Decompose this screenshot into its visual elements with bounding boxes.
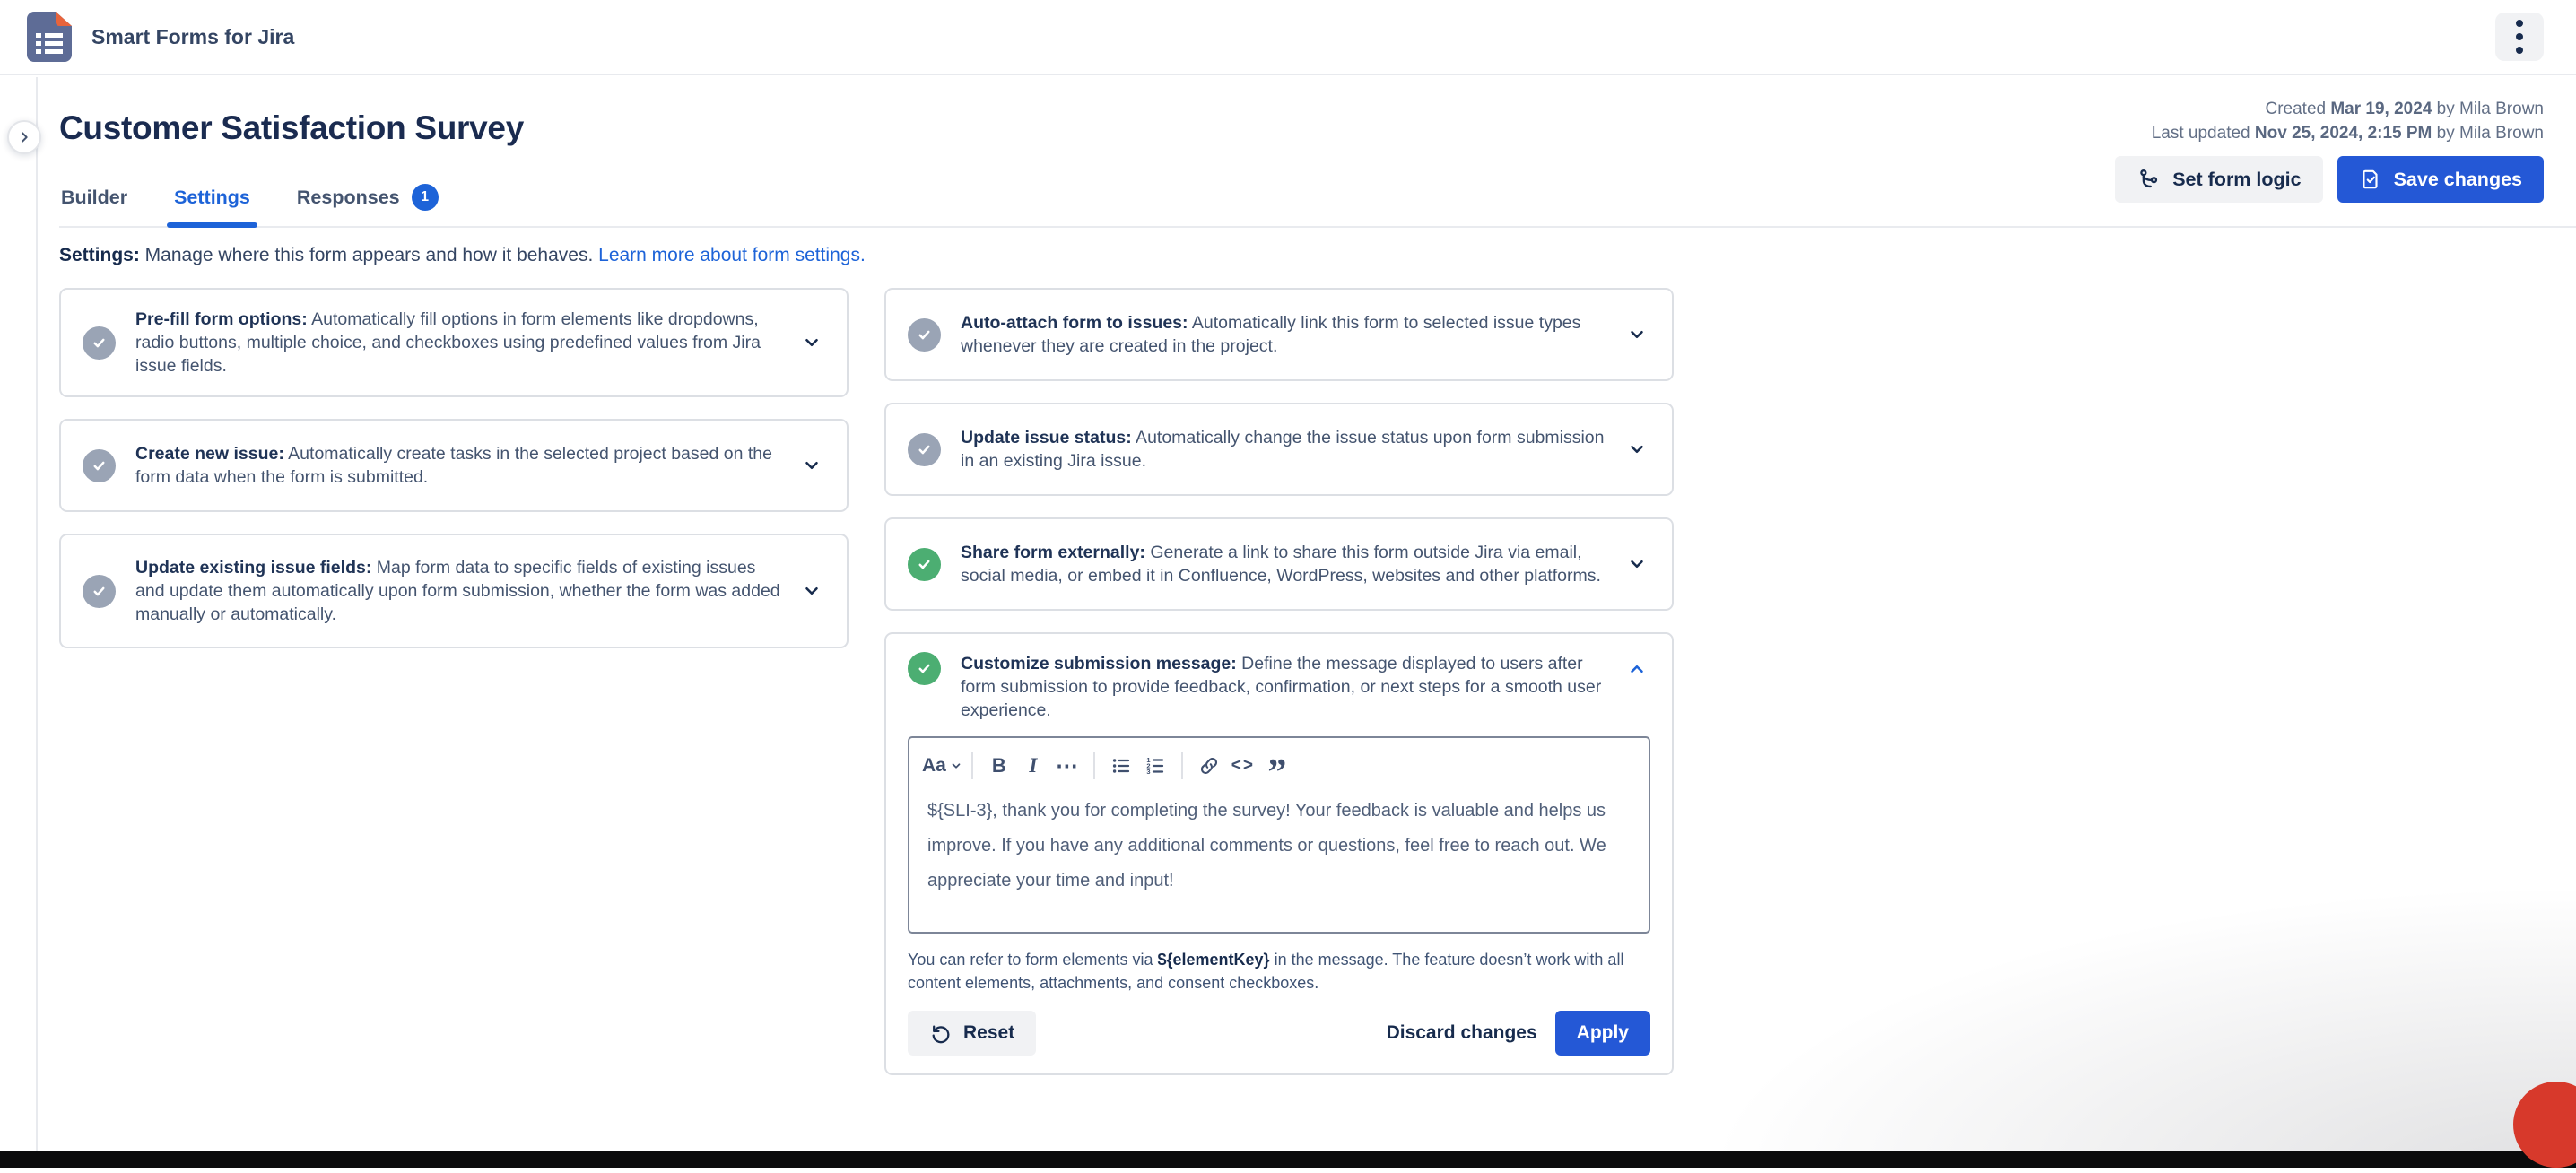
form-meta: Created Mar 19, 2024 by Mila Brown Last … [2152, 97, 2544, 145]
card-text: Create new issue: Automatically create t… [135, 444, 772, 487]
settings-cards-grid: Pre-fill form options: Automatically fil… [59, 288, 2544, 1075]
bold-button[interactable]: B [982, 749, 1016, 783]
reset-icon [932, 1025, 950, 1043]
toolbar-separator [1180, 752, 1183, 779]
main-content: Customer Satisfaction Survey Created Mar… [38, 75, 2576, 1075]
check-circle-icon [908, 317, 941, 352]
chevron-down-icon[interactable] [1623, 436, 1650, 463]
card-update-issue-status[interactable]: Update issue status: Automatically chang… [884, 403, 1674, 496]
card-pre-fill-options[interactable]: Pre-fill form options: Automatically fil… [59, 288, 849, 397]
set-form-logic-button[interactable]: Set form logic [2115, 156, 2323, 203]
element-key-hint: You can refer to form elements via ${ele… [908, 951, 1624, 992]
message-editor: Aa B I ⋯ 123 <> ” ${SLI-3}, thank you fo… [908, 736, 1650, 934]
header-actions: Set form logic Save changes [2115, 156, 2544, 203]
card-header[interactable]: Customize submission message: Define the… [908, 652, 1650, 722]
chevron-down-icon[interactable] [798, 329, 825, 356]
check-circle-icon [83, 574, 116, 608]
card-auto-attach[interactable]: Auto-attach form to issues: Automaticall… [884, 288, 1674, 381]
tab-settings[interactable]: Settings [167, 173, 257, 228]
tab-builder[interactable]: Builder [59, 173, 129, 226]
tabs-bar: Builder Settings Responses 1 Set form log… [59, 156, 2576, 228]
card-update-existing-fields[interactable]: Update existing issue fields: Map form d… [59, 534, 849, 648]
app-sheet: Smart Forms for Jira Customer Satisfacti… [0, 0, 2576, 1151]
link-icon [1200, 758, 1217, 774]
bullet-list-icon [1112, 759, 1130, 773]
apply-button[interactable]: Apply [1554, 1011, 1650, 1056]
app-title: Smart Forms for Jira [91, 24, 295, 48]
card-text: Update issue status: Automatically chang… [961, 428, 1605, 471]
link-button[interactable] [1192, 749, 1226, 783]
more-menu-button[interactable] [2495, 13, 2544, 61]
left-column: Pre-fill form options: Automatically fil… [59, 288, 849, 648]
more-formatting-button[interactable]: ⋯ [1050, 749, 1084, 783]
card-share-externally[interactable]: Share form externally: Generate a link t… [884, 517, 1674, 611]
right-column: Auto-attach form to issues: Automaticall… [884, 288, 1674, 1075]
text-style-button[interactable]: Aa [922, 749, 962, 783]
check-circle-icon [83, 326, 116, 360]
editor-toolbar: Aa B I ⋯ 123 <> ” [909, 738, 1649, 792]
topbar: Smart Forms for Jira [0, 0, 2576, 75]
learn-more-link[interactable]: Learn more about form settings. [598, 245, 866, 265]
svg-text:3: 3 [1146, 768, 1150, 776]
bullet-list-button[interactable] [1104, 749, 1138, 783]
card-text: Pre-fill form options: Automatically fil… [135, 309, 761, 376]
editor-actions: Reset Discard changes Apply [908, 1011, 1650, 1056]
check-circle-icon [83, 448, 116, 482]
card-create-new-issue[interactable]: Create new issue: Automatically create t… [59, 419, 849, 512]
form-logic-icon [2140, 169, 2158, 187]
page-title: Customer Satisfaction Survey [59, 109, 524, 146]
check-circle-icon [908, 652, 941, 685]
toolbar-separator [1092, 752, 1095, 779]
left-rail [0, 77, 38, 1151]
numbered-list-button[interactable]: 123 [1138, 749, 1172, 783]
message-textarea[interactable]: ${SLI-3}, thank you for completing the s… [909, 788, 1649, 932]
blockquote-button[interactable]: ” [1260, 749, 1294, 792]
card-text: Share form externally: Generate a link t… [961, 543, 1601, 586]
chevron-down-icon[interactable] [1623, 551, 1650, 578]
tabs: Builder Settings Responses 1 [59, 173, 440, 228]
expand-panel-button[interactable] [7, 120, 41, 154]
chevron-down-icon [952, 763, 961, 769]
card-text: Update existing issue fields: Map form d… [135, 558, 780, 624]
settings-description: Settings: Manage where this form appears… [59, 245, 866, 265]
check-circle-icon [908, 432, 941, 466]
chevron-up-icon[interactable] [1623, 656, 1650, 682]
created-line: Created Mar 19, 2024 by Mila Brown [2265, 100, 2544, 118]
smart-forms-logo-icon [27, 12, 72, 62]
tab-responses[interactable]: Responses 1 [295, 173, 440, 226]
code-button[interactable]: <> [1226, 749, 1260, 783]
chevron-down-icon[interactable] [1623, 321, 1650, 348]
chevron-right-icon [22, 132, 28, 143]
chevron-down-icon[interactable] [798, 578, 825, 604]
discard-changes-button[interactable]: Discard changes [1369, 1011, 1555, 1056]
card-text: Auto-attach form to issues: Automaticall… [961, 313, 1581, 356]
header-row: Customer Satisfaction Survey Created Mar… [59, 97, 2544, 147]
italic-button[interactable]: I [1016, 749, 1050, 783]
toolbar-separator [970, 752, 973, 779]
save-document-icon [2362, 169, 2378, 189]
numbered-list-icon: 123 [1146, 756, 1164, 776]
updated-line: Last updated Nov 25, 2024, 2:15 PM by Mi… [2151, 124, 2544, 143]
reset-button[interactable]: Reset [908, 1011, 1037, 1056]
responses-count-badge: 1 [411, 184, 439, 211]
check-circle-icon [908, 547, 941, 581]
card-text: Customize submission message: Define the… [961, 654, 1602, 720]
card-customize-submission-message: Customize submission message: Define the… [884, 632, 1674, 1075]
save-changes-button[interactable]: Save changes [2337, 156, 2544, 203]
chevron-down-icon[interactable] [798, 452, 825, 479]
